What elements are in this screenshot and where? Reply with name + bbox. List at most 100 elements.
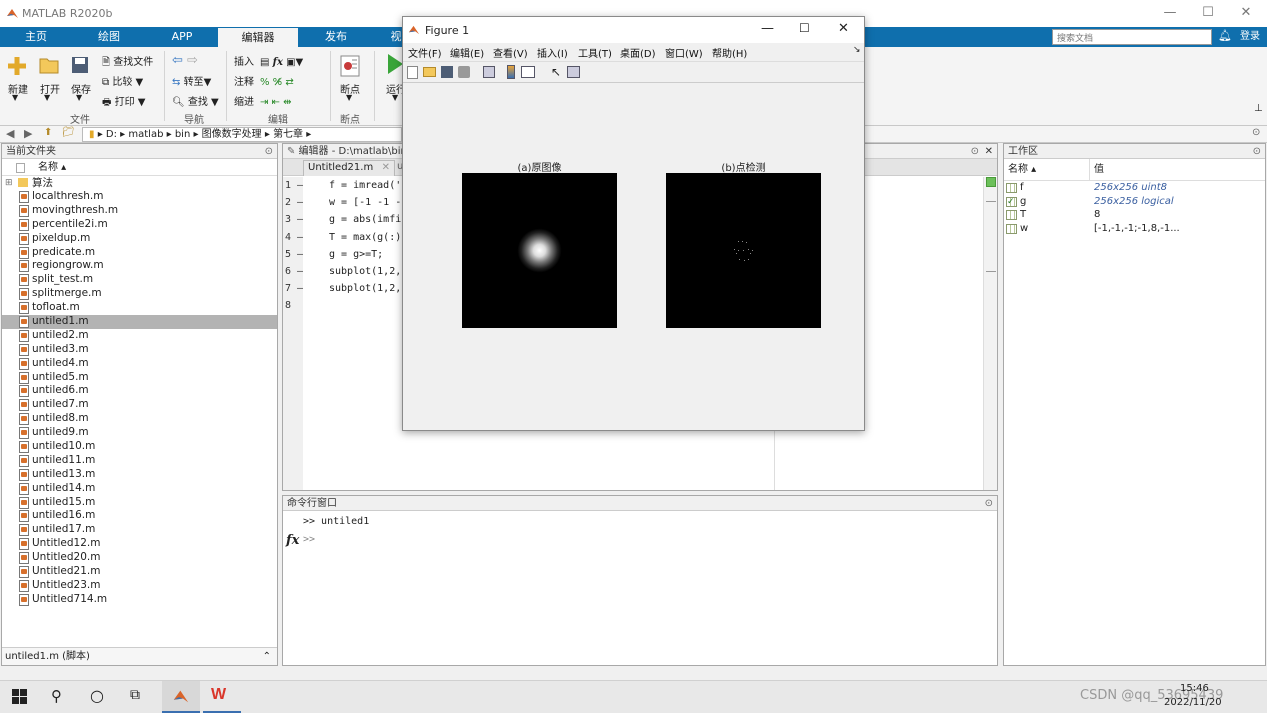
link-figure-icon[interactable] [483, 66, 495, 78]
col-value[interactable]: 值 [1094, 159, 1104, 181]
legend-icon[interactable] [521, 66, 535, 78]
fx-icon[interactable]: fx [286, 533, 299, 548]
forward-icon[interactable]: ▶ [24, 127, 32, 140]
folder-row[interactable]: ⊞ 算法 [2, 176, 277, 190]
file-row[interactable]: untiled6.m [2, 384, 277, 398]
figure-canvas[interactable]: (a)原图像 (b)点检测 [403, 83, 864, 430]
goto-button[interactable]: ⇆ 转至▼ [172, 73, 211, 88]
tab-editor[interactable]: 编辑器 [218, 28, 298, 47]
path-segment[interactable]: matlab [128, 129, 163, 140]
minimize-button[interactable]: — [761, 21, 774, 36]
up-folder-icon[interactable]: ⬆ [44, 127, 52, 138]
path-breadcrumb[interactable]: ▮ ▸ D: ▸ matlab ▸ bin ▸ 图像数字处理 ▸ 第七章 ▸ [82, 127, 402, 142]
close-button[interactable]: ✕ [1236, 5, 1256, 20]
file-row[interactable]: Untitled12.m [2, 537, 277, 551]
line-number[interactable]: 6 — [285, 263, 303, 280]
panel-menu-icon[interactable]: ⊙ [985, 496, 993, 511]
workspace-variable[interactable]: T8 [1004, 208, 1265, 222]
back-icon[interactable]: ◀ [6, 127, 14, 140]
pin-icon[interactable]: ⊥ [1254, 103, 1263, 114]
path-segment[interactable]: 图像数字处理 [202, 129, 262, 140]
col-name[interactable]: 名称 ▴ [1008, 159, 1036, 181]
panel-menu-icon[interactable]: ⊙ [971, 144, 979, 159]
print-button[interactable]: 🖶︎ 打印 ▼ [102, 93, 146, 112]
collapse-icon[interactable]: ⊙ [1252, 127, 1260, 138]
tab-apps[interactable]: APP [158, 27, 206, 47]
file-row[interactable]: tofloat.m [2, 301, 277, 315]
line-number[interactable]: 5 — [285, 246, 303, 263]
open-file-icon[interactable] [423, 67, 436, 77]
windows-start-icon[interactable] [12, 689, 27, 704]
tab-home[interactable]: 主页 [12, 27, 60, 47]
figure-menu-item[interactable]: 工具(T) [578, 45, 612, 60]
file-row[interactable]: predicate.m [2, 246, 277, 260]
path-segment[interactable]: D: [106, 129, 117, 140]
file-row[interactable]: untiled5.m [2, 371, 277, 385]
line-number[interactable]: 3 — [285, 211, 303, 228]
file-row[interactable]: Untitled20.m [2, 551, 277, 565]
chevron-up-icon[interactable]: ⌃ [263, 648, 271, 666]
cortana-icon[interactable]: ○ [90, 686, 104, 705]
figure-menu-item[interactable]: 桌面(D) [620, 45, 656, 60]
expand-icon[interactable]: ⊞ [5, 176, 13, 190]
figure-menu-item[interactable]: 查看(V) [493, 45, 528, 60]
task-view-icon[interactable]: ⧉ [130, 687, 140, 703]
minimize-button[interactable]: — [1160, 5, 1180, 20]
file-row[interactable]: untiled9.m [2, 426, 277, 440]
new-figure-icon[interactable] [407, 66, 418, 79]
colorbar-icon[interactable] [507, 65, 515, 79]
file-row[interactable]: Untitled23.m [2, 579, 277, 593]
panel-menu-icon[interactable]: ⊙ [265, 144, 273, 159]
file-row[interactable]: localthresh.m [2, 190, 277, 204]
indent-button[interactable]: 缩进 ⇥ ⇤ ⇹ [234, 93, 292, 108]
compare-button[interactable]: ⧉ 比较 ▼ [102, 73, 143, 88]
search-icon[interactable]: ⌕ [1196, 30, 1202, 44]
workspace-variable[interactable]: ✓ g 256x256 logical [1004, 195, 1265, 209]
file-row[interactable]: untiled13.m [2, 468, 277, 482]
col-name[interactable]: 名称 ▴ [38, 159, 66, 176]
maximize-button[interactable]: ☐ [1198, 5, 1218, 20]
taskbar-matlab[interactable] [162, 681, 200, 713]
file-row[interactable]: splitmerge.m [2, 287, 277, 301]
editor-tab[interactable]: Untitled21.m ✕ [303, 160, 395, 176]
chevron-down-icon[interactable]: ▼ [392, 93, 398, 102]
search-input[interactable]: 搜索文档 [1052, 29, 1212, 45]
file-row[interactable]: Untitled714.m [2, 593, 277, 607]
tab-publish[interactable]: 发布 [312, 27, 360, 47]
command-prompt[interactable]: >> [303, 534, 315, 545]
figure-menu-item[interactable]: 编辑(E) [450, 45, 484, 60]
taskbar-wps[interactable]: W [203, 681, 241, 713]
file-row[interactable]: untiled10.m [2, 440, 277, 454]
file-row[interactable]: untiled17.m [2, 523, 277, 537]
property-editor-icon[interactable] [567, 66, 580, 78]
figure-menu-item[interactable]: 插入(I) [537, 45, 568, 60]
comment-button[interactable]: 注释% %̸ ⇄ [234, 73, 294, 88]
file-row[interactable]: split_test.m [2, 273, 277, 287]
file-row[interactable]: Untitled21.m [2, 565, 277, 579]
save-button[interactable] [70, 55, 90, 75]
new-button[interactable] [6, 55, 28, 77]
browse-folder-icon[interactable]: 📁︎ [62, 127, 75, 138]
save-icon[interactable] [441, 66, 453, 78]
file-row[interactable]: pixeldup.m [2, 232, 277, 246]
scroll-gutter[interactable] [983, 177, 997, 490]
tab-plots[interactable]: 绘图 [85, 27, 133, 47]
pointer-icon[interactable]: ↖ [551, 65, 561, 79]
figure-menu-item[interactable]: 文件(F) [408, 45, 442, 60]
chevron-down-icon[interactable]: ▼ [76, 93, 82, 102]
open-button[interactable] [38, 55, 60, 75]
line-number[interactable]: 2 — [285, 194, 303, 211]
file-row[interactable]: untiled7.m [2, 398, 277, 412]
file-row[interactable]: untiled2.m [2, 329, 277, 343]
chevron-down-icon[interactable]: ▼ [44, 93, 50, 102]
file-row[interactable]: untiled8.m [2, 412, 277, 426]
file-row[interactable]: untiled4.m [2, 357, 277, 371]
find-files-button[interactable]: 🗎︎ 查找文件 [102, 53, 153, 72]
file-row[interactable]: untiled15.m [2, 496, 277, 510]
line-number[interactable]: 7 — [285, 280, 303, 297]
file-row[interactable]: untiled3.m [2, 343, 277, 357]
line-number[interactable]: 1 — [285, 177, 303, 194]
file-row[interactable]: untiled14.m [2, 482, 277, 496]
clock-time[interactable]: 15:46 [1180, 683, 1209, 694]
close-button[interactable]: ✕ [838, 21, 849, 36]
